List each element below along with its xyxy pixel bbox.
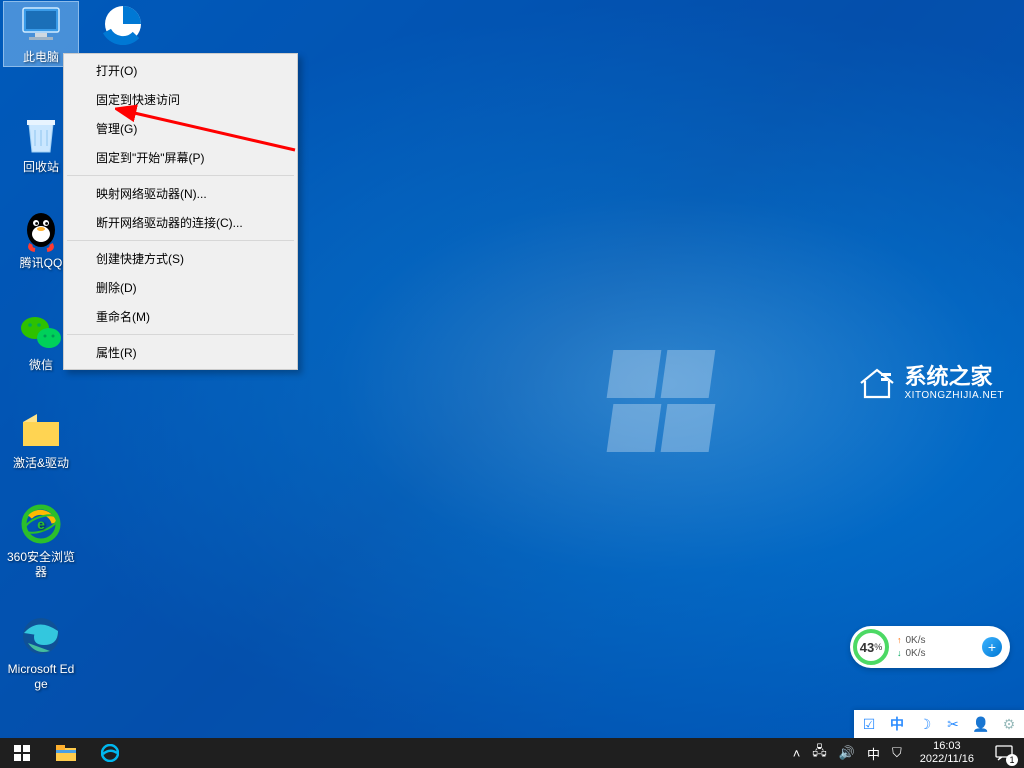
desktop-icon-label: Microsoft Edge bbox=[4, 661, 78, 693]
menu-separator bbox=[67, 175, 294, 176]
menu-item[interactable]: 重命名(M) bbox=[66, 302, 295, 331]
activate-icon bbox=[19, 408, 63, 452]
tray-shield-icon[interactable]: ⛉ bbox=[892, 745, 902, 761]
desktop-icon-browser1[interactable] bbox=[86, 2, 160, 51]
scissors-icon[interactable]: ✂ bbox=[944, 716, 962, 733]
menu-item[interactable]: 管理(G) bbox=[66, 114, 295, 143]
menu-separator bbox=[67, 334, 294, 335]
svg-text:e: e bbox=[37, 516, 45, 532]
desktop-icon-label bbox=[86, 49, 160, 51]
start-button[interactable] bbox=[0, 738, 44, 768]
context-menu: 打开(O)固定到快速访问管理(G)固定到"开始"屏幕(P) 映射网络驱动器(N).… bbox=[63, 53, 298, 370]
upload-speed: 0K/s bbox=[906, 634, 926, 647]
tray-network-icon[interactable]: 🖧 bbox=[812, 742, 827, 764]
desktop-icon-activate[interactable]: 激活&驱动 bbox=[4, 408, 78, 472]
tray-ime[interactable]: 中 bbox=[867, 744, 880, 763]
notification-badge: 1 bbox=[1006, 754, 1018, 766]
gear-icon[interactable]: ⚙ bbox=[1000, 716, 1018, 733]
qq-icon bbox=[19, 208, 63, 252]
recycle-icon bbox=[19, 112, 63, 156]
taskbar-edge[interactable] bbox=[88, 738, 132, 768]
menu-item[interactable]: 固定到"开始"屏幕(P) bbox=[66, 143, 295, 172]
system-tray: ˄ 🖧 🔊 中 ⛉ bbox=[785, 738, 910, 768]
menu-item[interactable]: 映射网络驱动器(N)... bbox=[66, 179, 295, 208]
desktop-icon-label: 激活&驱动 bbox=[4, 455, 78, 472]
tray-chevron-up-icon[interactable]: ˄ bbox=[793, 746, 801, 761]
menu-item[interactable]: 创建快捷方式(S) bbox=[66, 244, 295, 273]
ime-lang[interactable]: 中 bbox=[888, 714, 906, 734]
person-icon[interactable]: 👤 bbox=[972, 716, 990, 733]
edge-icon bbox=[19, 614, 63, 658]
taskbar-explorer[interactable] bbox=[44, 738, 88, 768]
upload-icon: ↑ bbox=[897, 635, 902, 647]
download-icon: ↓ bbox=[897, 648, 902, 660]
taskbar-clock[interactable]: 16:03 2022/11/16 bbox=[910, 738, 984, 768]
network-speed-widget[interactable]: 43% ↑ 0K/s ↓ 0K/s + bbox=[850, 626, 1010, 668]
moon-icon[interactable]: ☽ bbox=[916, 716, 934, 733]
desktop-icon-label: 360安全浏览器 bbox=[4, 549, 78, 581]
menu-item[interactable]: 固定到快速访问 bbox=[66, 85, 295, 114]
ime-check-icon[interactable]: ☑ bbox=[860, 716, 878, 733]
menu-item[interactable]: 属性(R) bbox=[66, 338, 295, 367]
desktop-icon-edge[interactable]: Microsoft Edge bbox=[4, 614, 78, 693]
menu-item[interactable]: 打开(O) bbox=[66, 56, 295, 85]
360-icon: e bbox=[19, 502, 63, 546]
menu-item[interactable]: 断开网络驱动器的连接(C)... bbox=[66, 208, 295, 237]
download-speed: 0K/s bbox=[906, 647, 926, 660]
ime-toolbar[interactable]: ☑ 中 ☽ ✂ 👤 ⚙ bbox=[854, 710, 1024, 738]
menu-item[interactable]: 删除(D) bbox=[66, 273, 295, 302]
desktop-icon-360[interactable]: e 360安全浏览器 bbox=[4, 502, 78, 581]
clock-time: 16:03 bbox=[920, 740, 974, 753]
browser1-icon bbox=[101, 2, 145, 46]
tray-volume-icon[interactable]: 🔊 bbox=[839, 745, 855, 761]
this-pc-icon bbox=[19, 2, 63, 46]
taskbar: ˄ 🖧 🔊 中 ⛉ 16:03 2022/11/16 1 bbox=[0, 738, 1024, 768]
widget-expand-button[interactable]: + bbox=[982, 637, 1002, 657]
action-center-button[interactable]: 1 bbox=[984, 738, 1024, 768]
wechat-icon bbox=[19, 310, 63, 354]
menu-separator bbox=[67, 240, 294, 241]
usage-ring: 43% bbox=[853, 629, 889, 665]
clock-date: 2022/11/16 bbox=[920, 753, 974, 766]
